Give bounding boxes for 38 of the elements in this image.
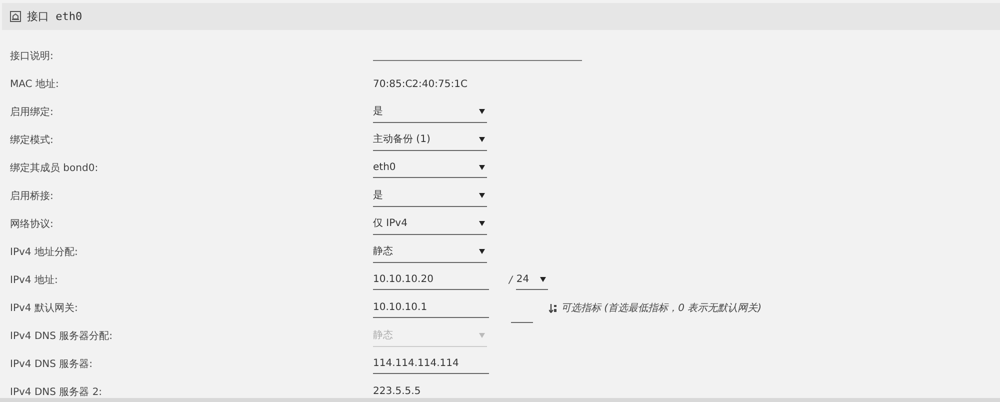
- field-label: 启用绑定:: [9, 106, 54, 119]
- caret-icon: [479, 192, 485, 198]
- field-label: IPv4 地址:: [9, 274, 59, 287]
- caret-icon: [479, 248, 485, 254]
- caret-icon: [479, 332, 485, 338]
- field-label: 启用桥接:: [9, 190, 54, 203]
- dropdown: 静态: [373, 325, 487, 347]
- field-label: IPv4 DNS 服务器 2:: [9, 386, 104, 398]
- field-label: IPv4 地址分配:: [9, 246, 79, 259]
- caret-icon: [479, 136, 485, 142]
- field-label: 网络协议:: [9, 218, 54, 231]
- caret-icon: [479, 164, 485, 170]
- field-label: MAC 地址:: [9, 78, 60, 91]
- dropdown[interactable]: 仅 IPv4: [373, 213, 487, 235]
- sort-icon: [549, 304, 557, 312]
- field-label: 绑定模式:: [9, 134, 54, 147]
- caret-icon: [479, 220, 485, 226]
- field-label: IPv4 DNS 服务器:: [9, 358, 94, 371]
- field-label: IPv4 DNS 服务器分配:: [9, 330, 114, 343]
- caret-icon: [479, 108, 485, 114]
- mac-address: 70:85:C2:40:75:1C: [373, 78, 468, 90]
- dropdown[interactable]: 是: [373, 101, 487, 123]
- text-field[interactable]: 10.10.10.1: [373, 298, 489, 318]
- dropdown[interactable]: 静态: [373, 241, 487, 263]
- dropdown[interactable]: eth0: [373, 158, 487, 178]
- field-label: 接口说明:: [9, 50, 54, 63]
- text-field[interactable]: 114.114.114.114: [373, 354, 489, 374]
- hint-text: 可选指标 (首选最低指标，0 表示无默认网关): [561, 302, 762, 315]
- dropdown[interactable]: 是: [373, 185, 487, 207]
- prefix-dropdown[interactable]: 24: [516, 270, 548, 290]
- text-field[interactable]: 10.10.10.20: [373, 270, 489, 290]
- dropdown[interactable]: 主动备份 (1): [373, 129, 487, 151]
- separator: /: [509, 274, 512, 286]
- field-label: IPv4 默认网关:: [9, 302, 79, 315]
- field-label: 绑定其成员 bond0:: [9, 162, 100, 175]
- section-title: 接口 eth0: [27, 9, 82, 24]
- interface-icon: [10, 11, 21, 22]
- caret-icon: [540, 276, 546, 282]
